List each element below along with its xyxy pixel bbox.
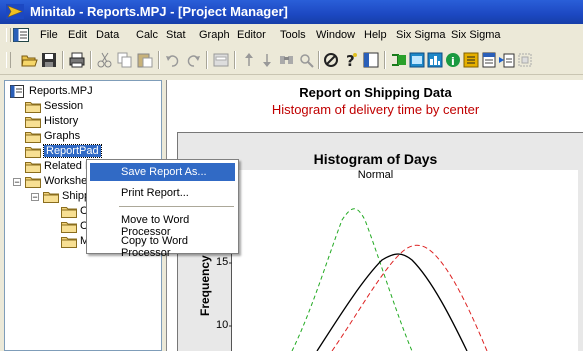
- folder-icon: [25, 102, 41, 113]
- tree-item-label: Reports.MPJ: [29, 85, 93, 97]
- tree-item-label: Graphs: [44, 130, 81, 142]
- show-worksheets-icon[interactable]: [408, 51, 426, 69]
- minitab-logo-icon: [6, 4, 24, 19]
- project-manager-doc-icon[interactable]: [13, 28, 29, 42]
- print-icon[interactable]: [68, 51, 86, 69]
- series-red-dashed-line: [331, 244, 488, 351]
- find-icon[interactable]: [278, 51, 296, 69]
- toolbar-separator: [158, 51, 160, 69]
- menu-window[interactable]: Window: [316, 29, 355, 41]
- menu-stat[interactable]: Stat: [166, 29, 186, 41]
- show-history-icon[interactable]: [462, 51, 480, 69]
- tree-item-label: ReportPad: [43, 144, 102, 158]
- window-title: Minitab - Reports.MPJ - [Project Manager…: [30, 4, 288, 19]
- title-bar: Minitab - Reports.MPJ - [Project Manager…: [0, 0, 583, 24]
- menu-calc[interactable]: Calc: [136, 29, 158, 41]
- svg-text:i: i: [451, 55, 455, 68]
- undo-icon[interactable]: [164, 51, 182, 69]
- edit-last-dialog-icon[interactable]: [212, 51, 230, 69]
- folder-icon: [61, 207, 77, 218]
- down-icon[interactable]: [258, 51, 276, 69]
- save-report-as-menu-item[interactable]: Save Report As...: [90, 163, 235, 181]
- collapse-toggle[interactable]: −: [31, 193, 39, 202]
- report-pad-icon[interactable]: [480, 51, 498, 69]
- toolbar-separator: [234, 51, 236, 69]
- show-graphs-icon[interactable]: [426, 51, 444, 69]
- design-icon[interactable]: [516, 51, 534, 69]
- toolbar-separator: [90, 51, 92, 69]
- project-icon: [10, 85, 24, 98]
- help-icon[interactable]: ?: [342, 51, 360, 69]
- cancel-icon[interactable]: [322, 51, 340, 69]
- toolbar: ? i: [0, 46, 583, 75]
- toolbar-grip[interactable]: [6, 52, 11, 68]
- menu-edit[interactable]: Edit: [68, 29, 87, 41]
- related-documents-icon[interactable]: [498, 51, 516, 69]
- folder-icon: [25, 162, 41, 173]
- series-green-dashed-line: [291, 208, 413, 351]
- show-session-icon[interactable]: [390, 51, 408, 69]
- folder-icon: [25, 117, 41, 128]
- folder-icon: [25, 177, 41, 188]
- context-menu: Save Report As... Print Report... Move t…: [86, 159, 239, 259]
- print-report-menu-item[interactable]: Print Report...: [90, 184, 235, 202]
- menu-editor[interactable]: Editor: [237, 29, 266, 41]
- menu-grip[interactable]: [6, 28, 11, 42]
- toolbar-separator: [318, 51, 320, 69]
- show-info-icon[interactable]: i: [444, 51, 462, 69]
- folder-icon: [25, 147, 41, 158]
- tree-item-label: History: [44, 115, 79, 127]
- redo-icon[interactable]: [184, 51, 202, 69]
- open-icon[interactable]: [20, 51, 38, 69]
- series-black-solid-line: [316, 253, 468, 351]
- up-icon[interactable]: [240, 51, 258, 69]
- cut-icon[interactable]: [96, 51, 114, 69]
- project-manager-icon[interactable]: [362, 51, 380, 69]
- menu-six-sigma-2[interactable]: Six Sigma: [451, 29, 501, 41]
- menu-help[interactable]: Help: [364, 29, 387, 41]
- folder-icon: [43, 192, 59, 203]
- copy-to-word-processor-menu-item[interactable]: Copy to Word Processor: [90, 232, 235, 259]
- menu-tools[interactable]: Tools: [280, 29, 306, 41]
- folder-icon: [25, 132, 41, 143]
- folder-icon: [61, 237, 77, 248]
- menu-file[interactable]: File: [40, 29, 58, 41]
- menu-graph[interactable]: Graph: [199, 29, 230, 41]
- copy-icon[interactable]: [116, 51, 134, 69]
- save-icon[interactable]: [40, 51, 58, 69]
- toolbar-separator: [206, 51, 208, 69]
- menu-data[interactable]: Data: [96, 29, 119, 41]
- find-next-icon[interactable]: [298, 51, 316, 69]
- menu-separator: [119, 206, 234, 207]
- folder-icon: [61, 222, 77, 233]
- tree-item-label: Session: [44, 100, 84, 112]
- toolbar-separator: [62, 51, 64, 69]
- menu-six-sigma-1[interactable]: Six Sigma: [396, 29, 446, 41]
- collapse-toggle[interactable]: −: [13, 178, 21, 187]
- move-to-word-processor-menu-item[interactable]: Move to Word Processor: [90, 211, 235, 238]
- paste-icon[interactable]: [136, 51, 154, 69]
- menu-bar: File Edit Data Calc Stat Graph Editor To…: [0, 24, 583, 47]
- toolbar-separator: [384, 51, 386, 69]
